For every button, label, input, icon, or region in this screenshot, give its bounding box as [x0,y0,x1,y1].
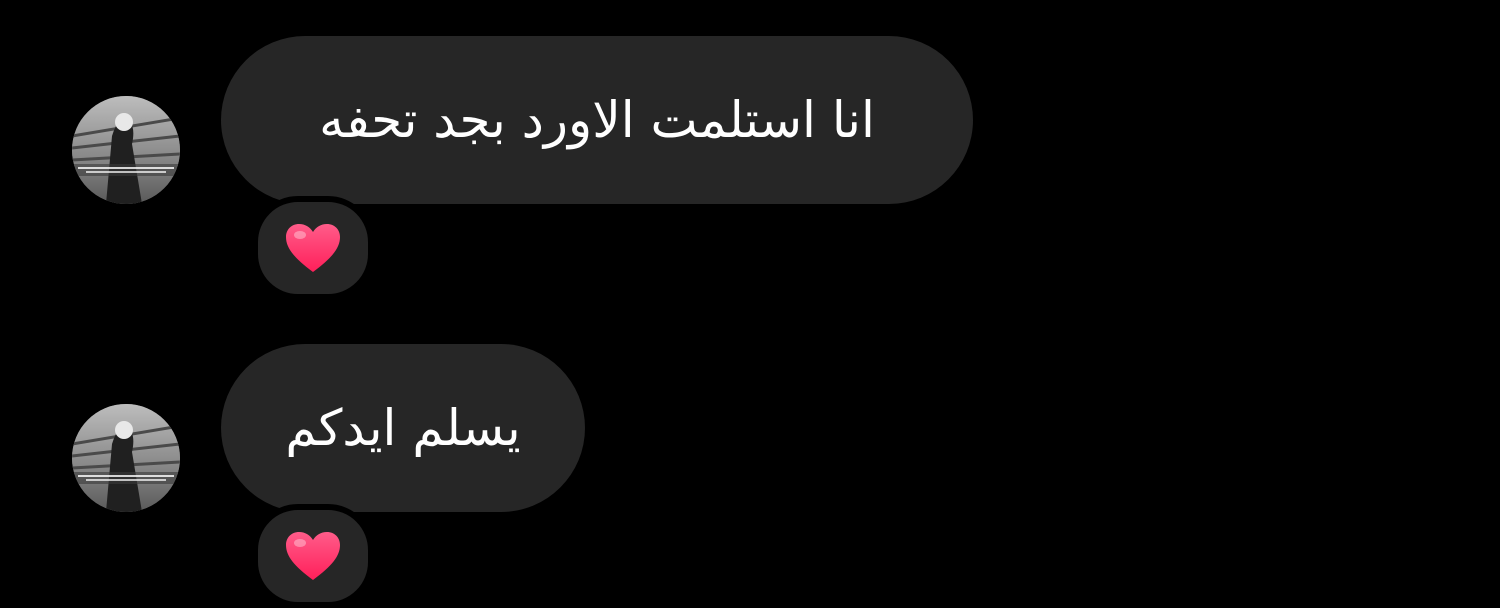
avatar[interactable] [72,96,180,204]
reaction-badge[interactable] [252,504,374,608]
message-bubble[interactable]: انا استلمت الاورد بجد تحفه [221,36,973,204]
message-text: انا استلمت الاورد بجد تحفه [319,91,875,149]
red-heart-icon [286,224,340,272]
red-heart-icon [286,532,340,580]
message-bubble[interactable]: يسلم ايدكم [221,344,585,512]
avatar-photo [72,404,180,512]
reaction-badge[interactable] [252,196,374,300]
avatar[interactable] [72,404,180,512]
avatar-photo [72,96,180,204]
message-text: يسلم ايدكم [285,399,521,457]
